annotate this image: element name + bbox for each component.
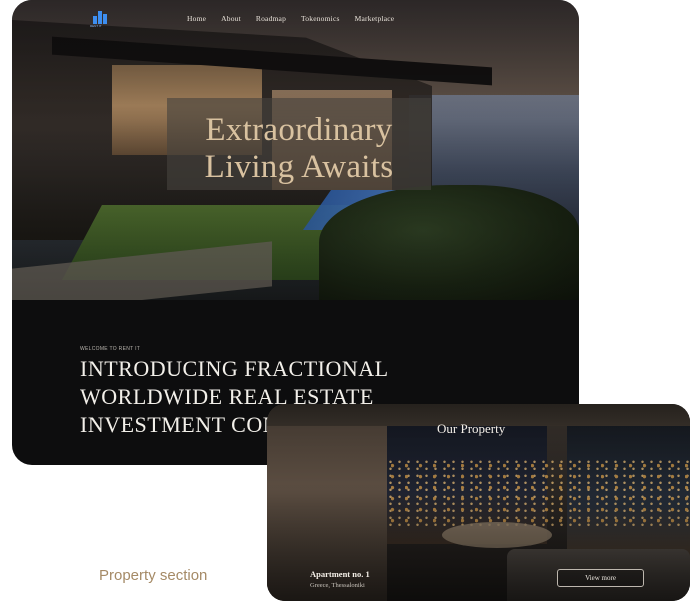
building-bars-icon[interactable]: RENT IT [90,9,108,28]
apartment-name: Apartment no. 1 [310,569,370,579]
view-more-button[interactable]: View more [557,569,644,587]
landing-page-card: RENT IT Home About Roadmap Tokenomics Ma… [12,0,579,465]
section-caption: Property section [99,567,208,584]
main-nav: Home About Roadmap Tokenomics Marketplac… [187,14,394,23]
intro-heading-line1: INTRODUCING FRACTIONAL [80,356,389,381]
intro-eyebrow: WELCOME TO RENT IT [80,346,141,352]
hero-headline: Extraordinary Living Awaits [167,112,431,186]
property-section-title: Our Property [437,421,506,436]
nav-about-link[interactable]: About [221,14,241,23]
hero-section: RENT IT Home About Roadmap Tokenomics Ma… [12,0,579,300]
nav-home-link[interactable]: Home [187,14,206,23]
logo-caption: RENT IT [90,24,102,28]
property-card: Our Property Apartment no. 1 Greece, The… [267,404,690,601]
hero-headline-line2: Living Awaits [204,149,394,185]
nav-marketplace-link[interactable]: Marketplace [355,14,395,23]
hero-headline-line1: Extraordinary [205,112,393,148]
nav-roadmap-link[interactable]: Roadmap [256,14,286,23]
apartment-location: Greece, Thessaloniki [310,582,365,589]
nav-tokenomics-link[interactable]: Tokenomics [301,14,340,23]
